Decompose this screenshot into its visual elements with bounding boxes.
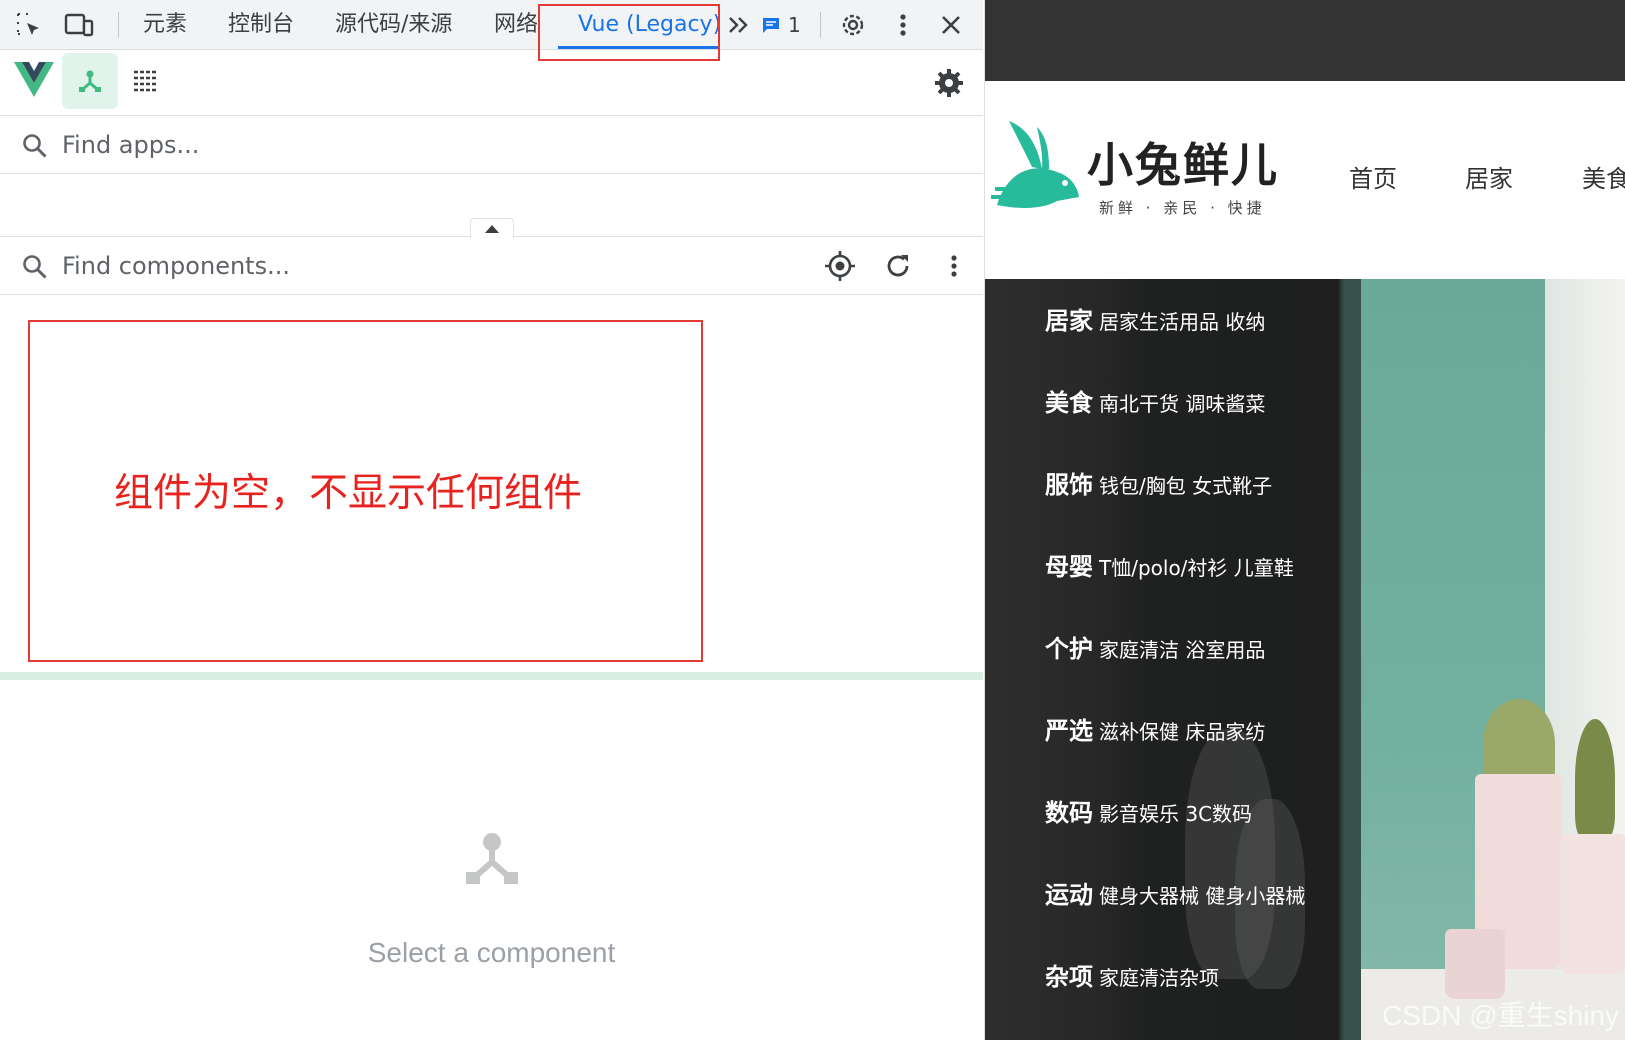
category-name: 数码 <box>1045 799 1093 827</box>
category-item[interactable]: 数码 影音娱乐 3C数码 <box>1045 795 1252 831</box>
pane-splitter[interactable] <box>0 672 983 680</box>
category-item[interactable]: 严选 滋补保健 床品家纺 <box>1045 713 1265 749</box>
banner-pot <box>1445 929 1505 999</box>
category-subitems[interactable]: 影音娱乐 3C数码 <box>1099 802 1252 826</box>
tab-network[interactable]: 网络 <box>494 0 538 50</box>
banner-cactus <box>1575 719 1615 839</box>
logo-name: 小兔鲜儿 <box>1087 138 1279 192</box>
category-name: 居家 <box>1045 307 1093 335</box>
component-more-options-icon[interactable] <box>950 254 958 278</box>
hero-banner[interactable]: 居家 居家生活用品 收纳 美食 南北干货 调味酱菜 服饰 钱包/胸包 女式靴子 母婴 T恤/p… <box>985 279 1625 1040</box>
tab-console[interactable]: 控制台 <box>228 0 294 50</box>
category-menu: 居家 居家生活用品 收纳 美食 南北干货 调味酱菜 服饰 钱包/胸包 女式靴子 母婴 T恤/p… <box>985 279 1361 1040</box>
more-options-icon[interactable] <box>886 8 920 42</box>
more-tabs-chevron-icon[interactable] <box>722 8 756 42</box>
nav-home[interactable]: 首页 <box>1349 159 1397 194</box>
close-devtools-icon[interactable] <box>934 8 968 42</box>
timeline-view-icon[interactable] <box>132 68 160 94</box>
find-apps-input[interactable]: Find apps... <box>62 116 199 174</box>
category-subitems[interactable]: 家庭清洁 浴室用品 <box>1099 638 1265 662</box>
category-subitems[interactable]: T恤/polo/衬衫 儿童鞋 <box>1099 556 1294 580</box>
website-viewport: 小兔鲜儿 新鲜 · 亲民 · 快捷 首页 居家 美食 居家居家生活用品 收纳美食… <box>984 0 1625 1040</box>
category-item[interactable]: 居家 居家生活用品 收纳 <box>1045 303 1265 339</box>
device-toolbar-icon[interactable] <box>62 8 96 42</box>
issues-icon[interactable] <box>760 8 782 42</box>
find-apps-row: Find apps... <box>0 116 983 174</box>
annotation-text: 组件为空，不显示任何组件 <box>114 471 583 516</box>
inspect-element-icon[interactable] <box>12 8 46 42</box>
search-icon <box>22 133 48 163</box>
site-header: 小兔鲜儿 新鲜 · 亲民 · 快捷 首页 居家 美食 <box>985 81 1625 279</box>
category-name: 个护 <box>1045 635 1093 663</box>
category-item[interactable]: 杂项 家庭清洁杂项 <box>1045 959 1219 995</box>
components-view-button[interactable] <box>62 53 118 109</box>
category-name: 运动 <box>1045 881 1093 909</box>
rabbit-logo-icon <box>991 121 1079 208</box>
category-subitems[interactable]: 滋补保健 床品家纺 <box>1099 720 1265 744</box>
vue-devtools-toolbar <box>0 50 983 116</box>
category-subitems[interactable]: 健身大器械 健身小器械 <box>1099 884 1305 908</box>
category-item[interactable]: 美食 南北干货 调味酱菜 <box>1045 385 1265 421</box>
site-top-bar <box>985 0 1625 81</box>
settings-gear-icon[interactable] <box>836 8 870 42</box>
toolbar-divider <box>118 12 119 38</box>
nav-home-living[interactable]: 居家 <box>1465 159 1513 194</box>
category-subitems[interactable]: 居家生活用品 收纳 <box>1099 310 1265 334</box>
category-subitems[interactable]: 家庭清洁杂项 <box>1099 966 1219 990</box>
category-subitems[interactable]: 南北干货 调味酱菜 <box>1099 392 1265 416</box>
component-tree-icon <box>462 828 522 892</box>
category-item[interactable]: 运动 健身大器械 健身小器械 <box>1045 877 1305 913</box>
issues-count[interactable]: 1 <box>788 0 801 50</box>
banner-pot <box>1560 834 1625 974</box>
component-tree-icon <box>79 70 101 92</box>
devtools-panel: 元素 控制台 源代码/来源 网络 Vue (Legacy) 1 Find app… <box>0 0 983 1040</box>
toolbar-divider <box>820 12 821 38</box>
find-components-input[interactable]: Find components... <box>62 237 290 295</box>
nav-food[interactable]: 美食 <box>1582 159 1625 194</box>
logo-slogan: 新鲜 · 亲民 · 快捷 <box>1099 199 1266 217</box>
csdn-watermark: CSDN @重生shiny <box>1382 1000 1619 1031</box>
category-item[interactable]: 服饰 钱包/胸包 女式靴子 <box>1045 467 1272 503</box>
category-name: 杂项 <box>1045 963 1093 991</box>
component-inspector-empty-state: Select a component <box>0 680 983 1040</box>
tab-sources[interactable]: 源代码/来源 <box>335 0 452 50</box>
site-logo[interactable]: 小兔鲜儿 新鲜 · 亲民 · 快捷 <box>987 117 1287 227</box>
collapse-apps-handle[interactable] <box>470 218 514 238</box>
vue-logo-icon <box>14 62 54 98</box>
search-icon <box>22 254 48 284</box>
find-components-row: Find components... <box>0 237 983 295</box>
category-item[interactable]: 个护 家庭清洁 浴室用品 <box>1045 631 1265 667</box>
category-name: 美食 <box>1045 389 1093 417</box>
category-name: 严选 <box>1045 717 1093 745</box>
select-component-target-icon[interactable] <box>824 250 856 282</box>
category-subitems[interactable]: 钱包/胸包 女式靴子 <box>1099 474 1272 498</box>
category-name: 服饰 <box>1045 471 1093 499</box>
devtools-tab-bar: 元素 控制台 源代码/来源 网络 Vue (Legacy) 1 <box>0 0 983 61</box>
refresh-icon[interactable] <box>884 252 912 280</box>
select-component-text: Select a component <box>367 937 616 968</box>
apps-list-area <box>0 174 983 238</box>
tab-elements[interactable]: 元素 <box>143 0 187 50</box>
category-name: 母婴 <box>1045 553 1093 581</box>
empty-components-annotation-box: 组件为空，不显示任何组件 <box>28 320 703 662</box>
category-item[interactable]: 母婴 T恤/polo/衬衫 儿童鞋 <box>1045 549 1294 585</box>
vue-settings-gear-icon[interactable] <box>934 68 964 98</box>
chevron-up-icon <box>485 224 499 233</box>
